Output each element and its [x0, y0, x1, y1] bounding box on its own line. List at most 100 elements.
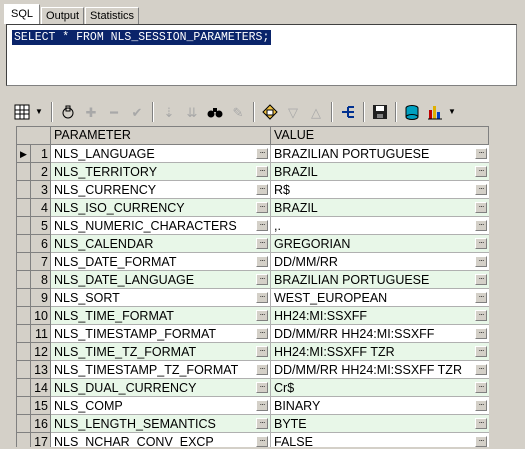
- row-indicator[interactable]: [17, 217, 31, 235]
- cell-parameter[interactable]: NLS_TIME_FORMAT ···: [51, 307, 271, 325]
- table-row[interactable]: 11 NLS_TIMESTAMP_FORMAT ··· DD/MM/RR HH24:M…: [17, 325, 489, 343]
- table-row[interactable]: 7 NLS_DATE_FORMAT ··· DD/MM/RR ···: [17, 253, 489, 271]
- cell-parameter[interactable]: NLS_LANGUAGE ···: [51, 145, 271, 163]
- row-indicator[interactable]: [17, 379, 31, 397]
- cell-parameter[interactable]: NLS_CALENDAR ···: [51, 235, 271, 253]
- ellipsis-button[interactable]: ···: [475, 310, 487, 321]
- row-indicator[interactable]: ▶: [17, 145, 31, 163]
- table-row[interactable]: 8 NLS_DATE_LANGUAGE ··· BRAZILIAN PORTUGUES…: [17, 271, 489, 289]
- cell-value[interactable]: DD/MM/RR HH24:MI:SSXFF TZR ···: [271, 361, 489, 379]
- table-row[interactable]: 5 NLS_NUMERIC_CHARACTERS ···,. ···: [17, 217, 489, 235]
- ellipsis-button[interactable]: ···: [256, 364, 268, 375]
- table-row[interactable]: 14 NLS_DUAL_CURRENCY ··· Cr$ ···: [17, 379, 489, 397]
- ellipsis-button[interactable]: ···: [475, 436, 487, 447]
- cell-value[interactable]: WEST_EUROPEAN ···: [271, 289, 489, 307]
- ellipsis-button[interactable]: ···: [256, 328, 268, 339]
- table-row[interactable]: 16 NLS_LENGTH_SEMANTICS ··· BYTE ···: [17, 415, 489, 433]
- ellipsis-button[interactable]: ···: [475, 220, 487, 231]
- cell-value[interactable]: GREGORIAN ···: [271, 235, 489, 253]
- ellipsis-button[interactable]: ···: [475, 148, 487, 159]
- dropdown-icon[interactable]: ▼: [35, 102, 43, 122]
- ellipsis-button[interactable]: ···: [475, 166, 487, 177]
- row-indicator[interactable]: [17, 163, 31, 181]
- chart-icon[interactable]: [425, 102, 445, 122]
- cell-value[interactable]: BRAZILIAN PORTUGUESE ···: [271, 145, 489, 163]
- cell-parameter[interactable]: NLS_SORT ···: [51, 289, 271, 307]
- table-row[interactable]: 4 NLS_ISO_CURRENCY ··· BRAZIL ···: [17, 199, 489, 217]
- row-indicator[interactable]: [17, 415, 31, 433]
- ellipsis-button[interactable]: ···: [475, 400, 487, 411]
- ellipsis-button[interactable]: ···: [475, 364, 487, 375]
- ellipsis-button[interactable]: ···: [475, 256, 487, 267]
- arrow-down-double-icon[interactable]: ⇊: [182, 102, 202, 122]
- ellipsis-button[interactable]: ···: [256, 184, 268, 195]
- table-icon[interactable]: [260, 102, 280, 122]
- triangle-up-icon[interactable]: △: [306, 102, 326, 122]
- grid-icon[interactable]: [12, 102, 32, 122]
- cell-parameter[interactable]: NLS_DATE_LANGUAGE ···: [51, 271, 271, 289]
- row-indicator[interactable]: [17, 325, 31, 343]
- cell-value[interactable]: DD/MM/RR ···: [271, 253, 489, 271]
- ellipsis-button[interactable]: ···: [256, 274, 268, 285]
- tab-sql[interactable]: SQL: [4, 4, 41, 24]
- chart-dropdown-icon[interactable]: ▼: [448, 102, 456, 122]
- cell-parameter[interactable]: NLS_TIME_TZ_FORMAT ···: [51, 343, 271, 361]
- ellipsis-button[interactable]: ···: [256, 310, 268, 321]
- cell-parameter[interactable]: NLS_CURRENCY ···: [51, 181, 271, 199]
- binoculars-icon[interactable]: [205, 102, 225, 122]
- row-indicator[interactable]: [17, 433, 31, 447]
- cell-parameter[interactable]: NLS_DATE_FORMAT ···: [51, 253, 271, 271]
- row-indicator[interactable]: [17, 271, 31, 289]
- ellipsis-button[interactable]: ···: [256, 256, 268, 267]
- table-row[interactable]: 10 NLS_TIME_FORMAT ··· HH24:MI:SSXFF ···: [17, 307, 489, 325]
- sql-editor[interactable]: SELECT * FROM NLS_SESSION_PARAMETERS;: [6, 24, 517, 86]
- ellipsis-button[interactable]: ···: [475, 274, 487, 285]
- save-icon[interactable]: [370, 102, 390, 122]
- ellipsis-button[interactable]: ···: [475, 328, 487, 339]
- lock-icon[interactable]: [58, 102, 78, 122]
- ellipsis-button[interactable]: ···: [256, 346, 268, 357]
- cell-value[interactable]: BINARY ···: [271, 397, 489, 415]
- cell-parameter[interactable]: NLS_NUMERIC_CHARACTERS ···: [51, 217, 271, 235]
- cell-value[interactable]: BRAZIL ···: [271, 199, 489, 217]
- table-row[interactable]: 13 NLS_TIMESTAMP_TZ_FORMAT ··· DD/MM/RR HH2…: [17, 361, 489, 379]
- cell-parameter[interactable]: NLS_ISO_CURRENCY ···: [51, 199, 271, 217]
- ellipsis-button[interactable]: ···: [256, 292, 268, 303]
- ellipsis-button[interactable]: ···: [475, 202, 487, 213]
- ellipsis-button[interactable]: ···: [475, 184, 487, 195]
- cell-parameter[interactable]: NLS_DUAL_CURRENCY ···: [51, 379, 271, 397]
- cell-value[interactable]: BYTE ···: [271, 415, 489, 433]
- column-header-value[interactable]: VALUE: [271, 127, 489, 144]
- ellipsis-button[interactable]: ···: [256, 436, 268, 447]
- table-row[interactable]: ▶ 1 NLS_LANGUAGE ··· BRAZILIAN PORTUGUESE ···: [17, 145, 489, 163]
- ellipsis-button[interactable]: ···: [256, 400, 268, 411]
- cell-parameter[interactable]: NLS_TIMESTAMP_FORMAT ···: [51, 325, 271, 343]
- cell-value[interactable]: HH24:MI:SSXFF ···: [271, 307, 489, 325]
- cell-parameter[interactable]: NLS_TERRITORY ···: [51, 163, 271, 181]
- query-icon[interactable]: [338, 102, 358, 122]
- ellipsis-button[interactable]: ···: [256, 202, 268, 213]
- ellipsis-button[interactable]: ···: [256, 220, 268, 231]
- ellipsis-button[interactable]: ···: [475, 238, 487, 249]
- table-row[interactable]: 3 NLS_CURRENCY ··· R$ ···: [17, 181, 489, 199]
- cell-parameter[interactable]: NLS_TIMESTAMP_TZ_FORMAT ···: [51, 361, 271, 379]
- cell-value[interactable]: BRAZIL ···: [271, 163, 489, 181]
- cell-parameter[interactable]: NLS_LENGTH_SEMANTICS ···: [51, 415, 271, 433]
- plus-icon[interactable]: ✚: [81, 102, 101, 122]
- tab-statistics[interactable]: Statistics: [85, 7, 140, 24]
- cell-parameter[interactable]: NLS_COMP ···: [51, 397, 271, 415]
- ellipsis-button[interactable]: ···: [475, 382, 487, 393]
- table-row[interactable]: 12 NLS_TIME_TZ_FORMAT ··· HH24:MI:SSXFF TZR…: [17, 343, 489, 361]
- row-indicator[interactable]: [17, 253, 31, 271]
- table-row[interactable]: 9 NLS_SORT ··· WEST_EUROPEAN ···: [17, 289, 489, 307]
- column-header-parameter[interactable]: PARAMETER: [51, 127, 271, 144]
- table-row[interactable]: 17 NLS_NCHAR_CONV_EXCP ··· FALSE ···: [17, 433, 489, 447]
- row-indicator[interactable]: [17, 361, 31, 379]
- row-indicator[interactable]: [17, 199, 31, 217]
- ellipsis-button[interactable]: ···: [256, 166, 268, 177]
- cell-value[interactable]: FALSE ···: [271, 433, 489, 447]
- cell-value[interactable]: R$ ···: [271, 181, 489, 199]
- row-indicator[interactable]: [17, 307, 31, 325]
- cell-value[interactable]: BRAZILIAN PORTUGUESE ···: [271, 271, 489, 289]
- cell-parameter[interactable]: NLS_NCHAR_CONV_EXCP ···: [51, 433, 271, 447]
